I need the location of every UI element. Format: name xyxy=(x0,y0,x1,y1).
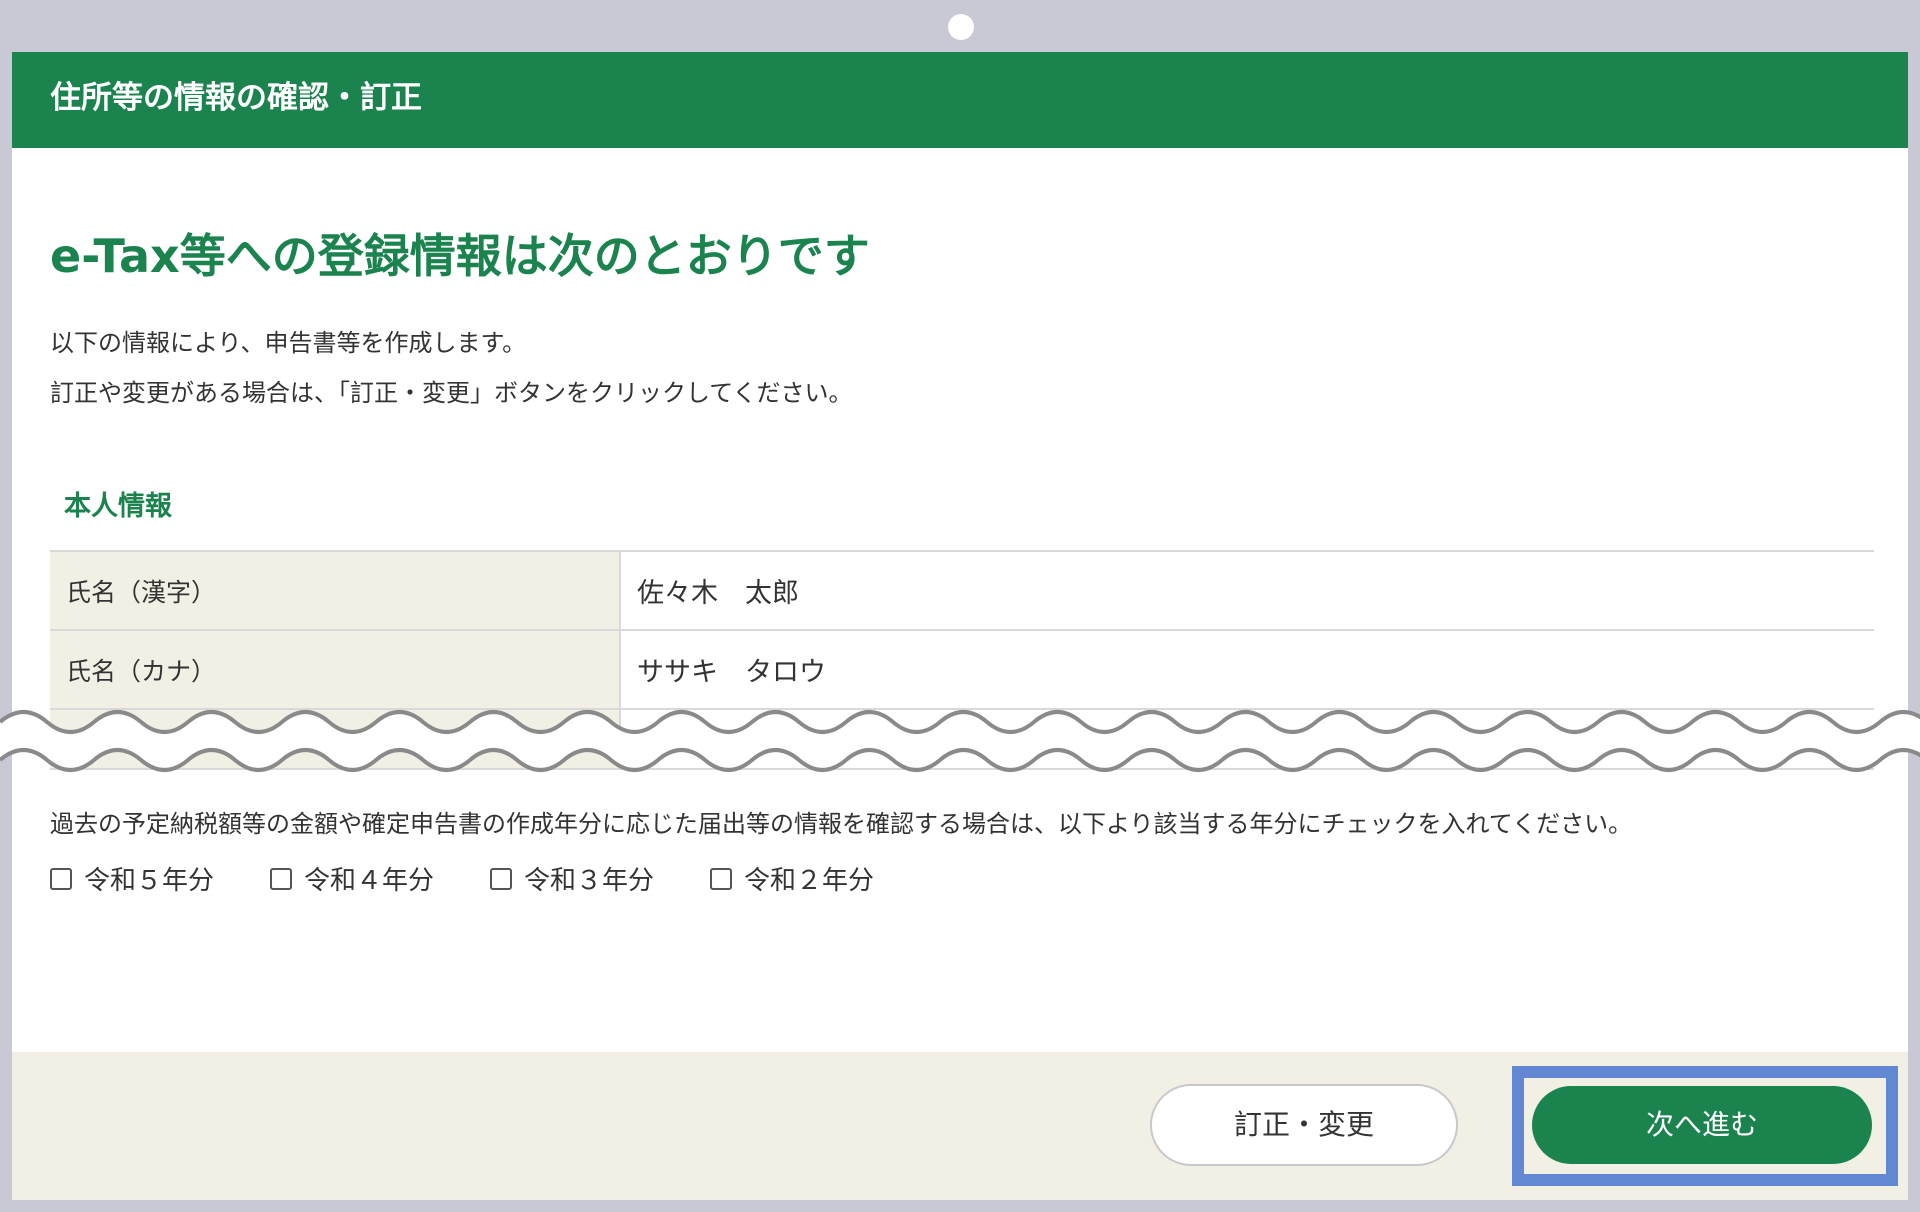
table-row: 氏名（漢字） 佐々木 太郎 xyxy=(50,550,1874,631)
checkbox-label: 令和３年分 xyxy=(524,866,655,896)
checkbox-label: 令和２年分 xyxy=(744,866,875,896)
description-line-2: 訂正や変更がある場合は、「訂正・変更」ボタンをクリックしてください。 xyxy=(50,379,853,407)
omission-wave-divider xyxy=(0,710,1920,772)
checkbox-reiwa-4[interactable]: 令和４年分 xyxy=(270,860,434,897)
row-value-name-kanji: 佐々木 太郎 xyxy=(620,550,1874,631)
checkbox-label: 令和５年分 xyxy=(84,866,215,896)
camera-dot xyxy=(948,14,974,40)
checkbox-square[interactable] xyxy=(270,867,293,890)
device-frame: 住所等の情報の確認・訂正 e-Tax等への登録情報は次のとおりです 以下の情報に… xyxy=(0,0,1920,1212)
year-checkbox-group: 令和５年分 令和４年分 令和３年分 令和２年分 xyxy=(50,860,874,897)
row-label-name-kanji: 氏名（漢字） xyxy=(50,550,621,631)
description-line-1: 以下の情報により、申告書等を作成します。 xyxy=(50,329,527,357)
description: 以下の情報により、申告書等を作成します。 訂正や変更がある場合は、「訂正・変更」… xyxy=(50,318,853,418)
page-header: 住所等の情報の確認・訂正 xyxy=(12,52,1908,148)
year-check-notice: 過去の予定納税額等の金額や確定申告書の作成年分に応じた届出等の情報を確認する場合… xyxy=(50,810,1633,838)
checkbox-reiwa-3[interactable]: 令和３年分 xyxy=(490,860,654,897)
checkbox-square[interactable] xyxy=(50,867,72,890)
checkbox-label: 令和４年分 xyxy=(304,866,435,896)
page-title: 住所等の情報の確認・訂正 xyxy=(50,80,422,116)
correct-change-button[interactable]: 訂正・変更 xyxy=(1150,1084,1458,1166)
next-button[interactable]: 次へ進む xyxy=(1532,1086,1872,1164)
headline: e-Tax等への登録情報は次のとおりです xyxy=(50,229,870,283)
section-title-personal-info: 本人情報 xyxy=(64,491,172,522)
checkbox-reiwa-5[interactable]: 令和５年分 xyxy=(50,860,214,897)
screen: 住所等の情報の確認・訂正 e-Tax等への登録情報は次のとおりです 以下の情報に… xyxy=(12,52,1908,1200)
wave-fill xyxy=(0,712,1920,770)
checkbox-square[interactable] xyxy=(710,867,733,890)
checkbox-square[interactable] xyxy=(490,867,513,890)
checkbox-reiwa-2[interactable]: 令和２年分 xyxy=(710,860,874,897)
action-footer: 訂正・変更 次へ進む xyxy=(12,1052,1908,1200)
